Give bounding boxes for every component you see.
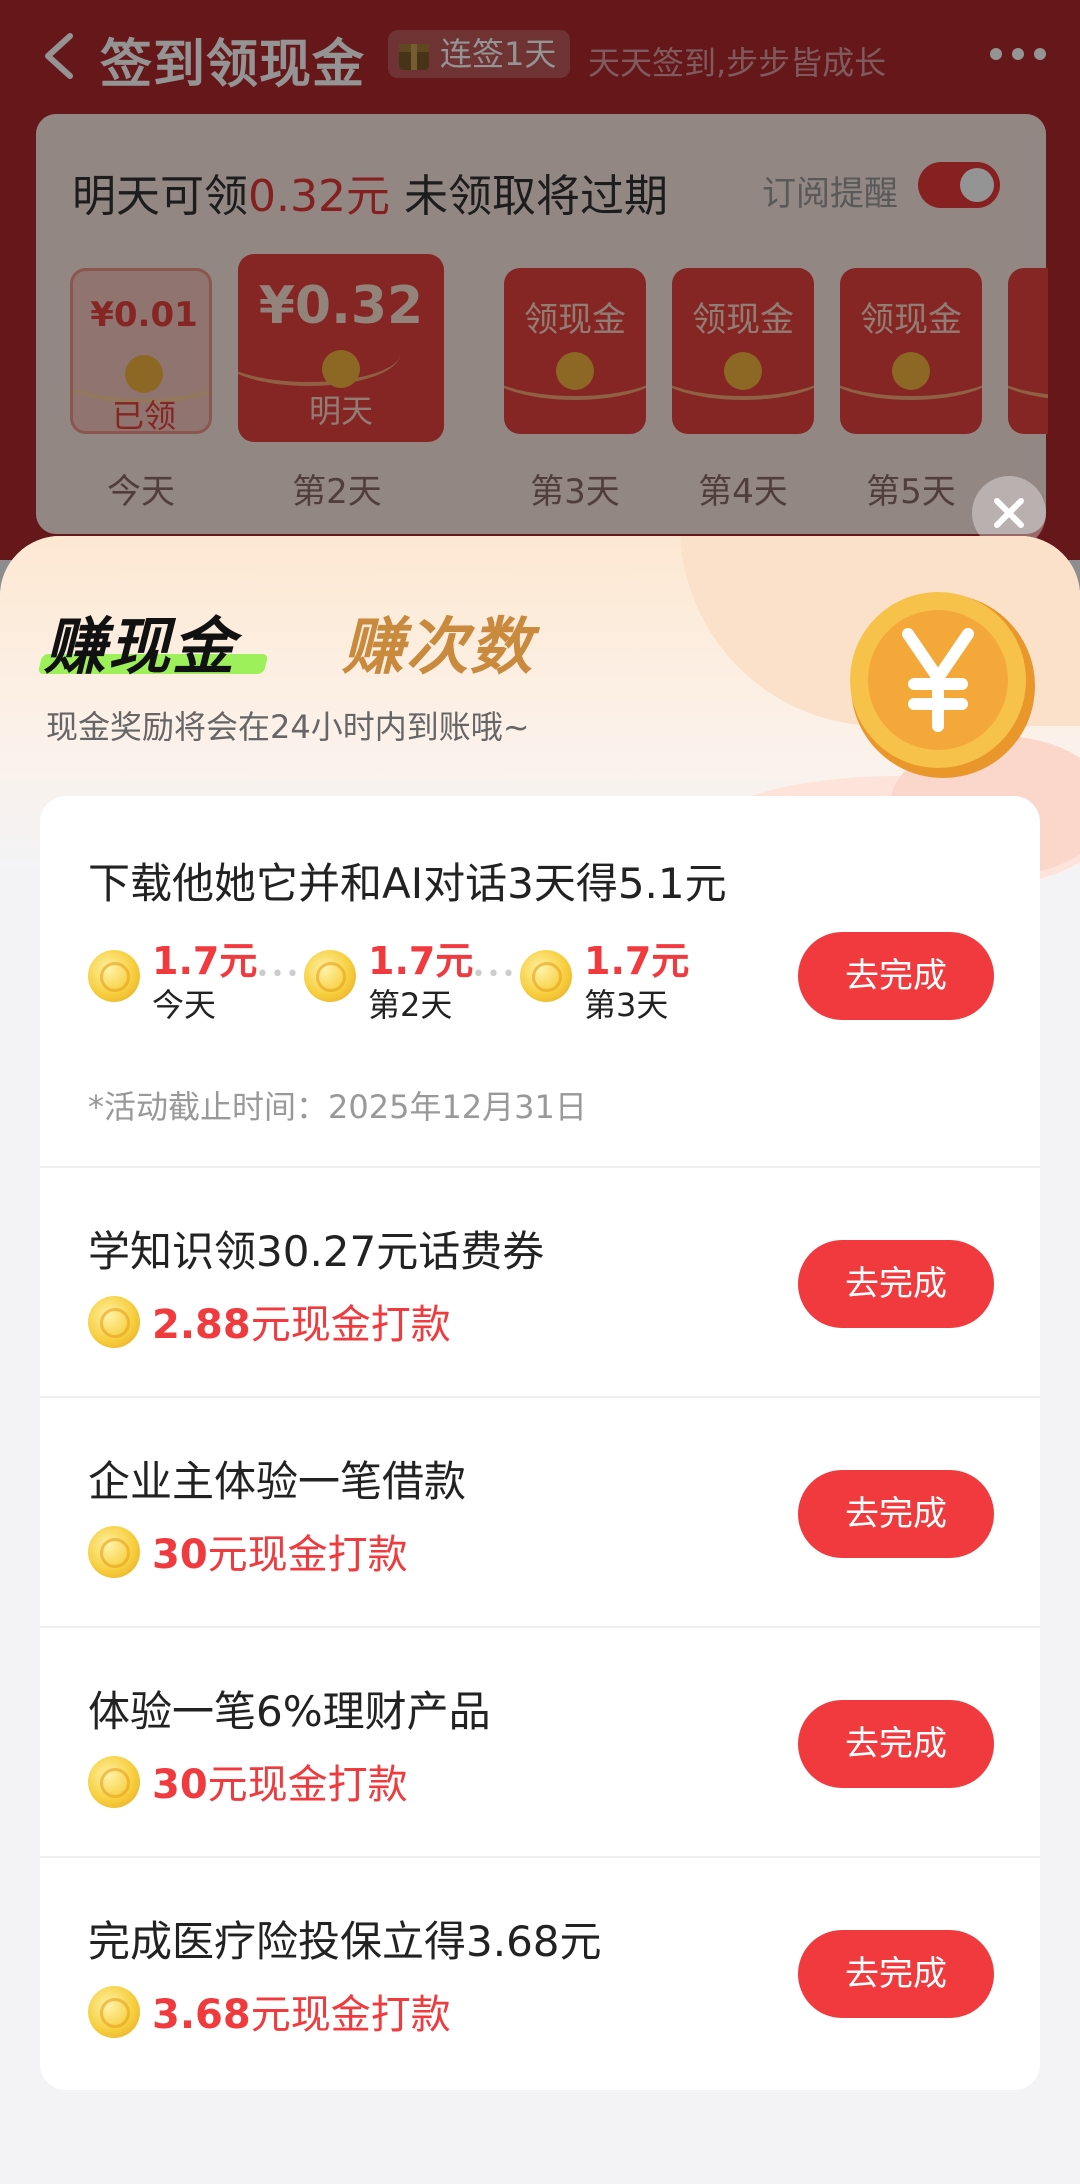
step-day: 第2天 — [368, 986, 453, 1024]
go-complete-button[interactable]: 去完成 — [798, 1470, 994, 1558]
step-amount: 1.7元 — [368, 939, 474, 983]
step-day: 今天 — [152, 986, 217, 1024]
step-connector: ••• — [256, 962, 301, 987]
yuan-coin-icon — [850, 592, 1035, 778]
go-complete-button[interactable]: 去完成 — [798, 1930, 994, 2018]
task-reward: 30元现金打款 — [152, 1752, 408, 1810]
go-complete-button[interactable]: 去完成 — [798, 1700, 994, 1788]
task-item: 完成医疗险投保立得3.68元 3.68元现金打款 去完成 — [40, 1858, 1040, 2090]
reward-text: 元现金打款 — [250, 1992, 451, 2038]
go-complete-button[interactable]: 去完成 — [798, 1240, 994, 1328]
task-reward: 2.88元现金打款 — [152, 1292, 451, 1350]
task-title: 企业主体验一笔借款 — [88, 1457, 467, 1506]
go-complete-button[interactable]: 去完成 — [798, 932, 994, 1020]
task-title: 学知识领30.27元话费券 — [88, 1227, 545, 1276]
task-item: 下载他她它并和AI对话3天得5.1元 1.7元 今天 ••• 1.7元 第2天 … — [40, 796, 1040, 1168]
reward-text: 元现金打款 — [207, 1532, 408, 1578]
task-item: 学知识领30.27元话费券 2.88元现金打款 去完成 — [40, 1168, 1040, 1398]
coin-icon — [304, 950, 356, 1002]
reward-text: 元现金打款 — [207, 1762, 408, 1808]
task-title: 下载他她它并和AI对话3天得5.1元 — [88, 859, 727, 908]
reward-amount: 3.68 — [152, 1992, 251, 2038]
coin-icon — [520, 950, 572, 1002]
task-deadline: *活动截止时间：2025年12月31日 — [88, 1088, 587, 1126]
reward-amount: 30 — [152, 1532, 208, 1578]
task-title: 体验一笔6%理财产品 — [88, 1687, 491, 1736]
reward-amount: 2.88 — [152, 1302, 251, 1348]
task-list: 下载他她它并和AI对话3天得5.1元 1.7元 今天 ••• 1.7元 第2天 … — [40, 796, 1040, 2090]
step-day: 第3天 — [584, 986, 669, 1024]
task-item: 企业主体验一笔借款 30元现金打款 去完成 — [40, 1398, 1040, 1628]
coin-icon — [88, 1296, 140, 1348]
coin-icon — [88, 950, 140, 1002]
reward-amount: 30 — [152, 1762, 208, 1808]
task-title: 完成医疗险投保立得3.68元 — [88, 1917, 602, 1966]
step-amount: 1.7元 — [152, 939, 258, 983]
tab-earn-cash[interactable]: 赚现金 — [44, 596, 236, 686]
step-connector: ••• — [472, 962, 517, 987]
coin-icon — [88, 1526, 140, 1578]
task-reward: 30元现金打款 — [152, 1522, 408, 1580]
earn-cash-sheet: 赚现金 赚次数 现金奖励将会在24小时内到账哦~ 下载他她它并和AI对话3天得5… — [0, 536, 1080, 2184]
reward-text: 元现金打款 — [250, 1302, 451, 1348]
coin-icon — [88, 1986, 140, 2038]
task-reward: 3.68元现金打款 — [152, 1982, 451, 2040]
tab-earn-count[interactable]: 赚次数 — [342, 596, 534, 686]
task-item: 体验一笔6%理财产品 30元现金打款 去完成 — [40, 1628, 1040, 1858]
sheet-subtitle: 现金奖励将会在24小时内到账哦~ — [46, 708, 530, 746]
coin-icon — [88, 1756, 140, 1808]
step-amount: 1.7元 — [584, 939, 690, 983]
